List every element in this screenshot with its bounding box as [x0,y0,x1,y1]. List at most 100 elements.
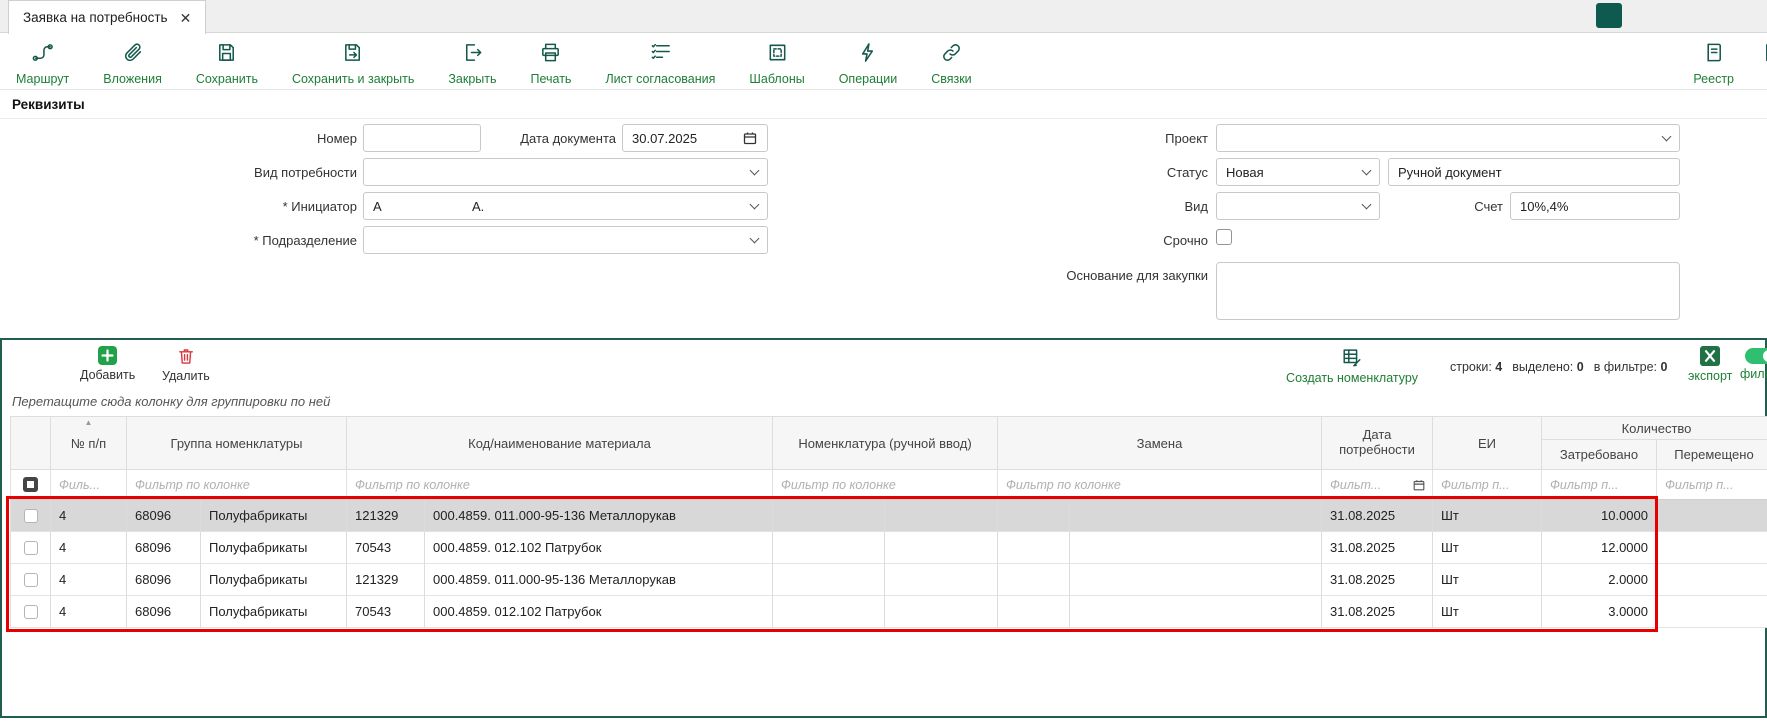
add-row-label: Добавить [80,368,135,382]
door-exit-icon [461,41,484,69]
department-select[interactable] [363,226,768,254]
need-type-select[interactable] [363,158,768,186]
cell-moved [1657,500,1767,532]
manual-document-value: Ручной документ [1398,165,1502,180]
create-nomenclature-label: Создать номенклатуру [1286,371,1418,385]
purchase-basis-textarea[interactable] [1216,262,1680,320]
account-input-wrap [1510,192,1680,220]
filter-replacement-input[interactable] [1004,477,1315,493]
column-header-num[interactable]: ▲ № п/п [51,416,127,470]
urgent-checkbox[interactable] [1216,229,1232,245]
print-button[interactable]: Печать [531,41,572,86]
attachments-button[interactable]: Вложения [103,41,162,86]
toggle-knob [1763,350,1767,362]
cell-group-code: 68096 [127,596,201,628]
links-button[interactable]: Связки [931,41,971,86]
table-row[interactable]: 4 68096 Полуфабрикаты 70543 000.4859. 01… [10,532,1767,564]
print-icon [539,41,562,69]
filter-nomenclature-input[interactable] [779,477,991,493]
tab-request[interactable]: Заявка на потребность ✕ [8,0,206,34]
filter-toggle[interactable] [1745,348,1767,364]
operations-button[interactable]: Операции [839,41,897,86]
filter-num-cell [51,470,127,500]
column-header-moved[interactable]: Перемещено [1657,440,1767,470]
cell-unit: Шт [1433,532,1542,564]
filter-unit-input[interactable] [1439,477,1535,493]
plus-icon [98,346,117,365]
cell-group-name: Полуфабрикаты [201,532,347,564]
column-header-material[interactable]: Код/наименование материала [347,416,773,470]
table-row[interactable]: 4 68096 Полуфабрикаты 121329 000.4859. 0… [10,564,1767,596]
calendar-icon[interactable] [742,130,758,146]
cell-unit: Шт [1433,564,1542,596]
column-header-unit[interactable]: ЕИ [1433,416,1542,470]
add-row-button[interactable]: Добавить [80,346,135,382]
row-checkbox[interactable] [24,573,38,587]
group-by-hint: Перетащите сюда колонку для группировки … [12,394,330,409]
cell-material-name: 000.4859. 011.000-95-136 Металлорукав [425,500,773,532]
column-header-requested[interactable]: Затребовано [1542,440,1657,470]
toolbar-overflow-button[interactable]: О [1762,41,1767,86]
filter-replacement-cell [998,470,1322,500]
tab-bar: Заявка на потребность ✕ [0,0,1767,33]
save-button[interactable]: Сохранить [196,41,258,86]
filter-group-input[interactable] [133,477,340,493]
route-button[interactable]: Маршрут [16,41,69,86]
cell-material-code: 121329 [347,564,425,596]
table-row[interactable]: 4 68096 Полуфабрикаты 70543 000.4859. 01… [10,596,1767,628]
cell-moved [1657,532,1767,564]
delete-row-button[interactable]: Удалить [162,346,210,383]
cell-unit: Шт [1433,500,1542,532]
row-checkbox[interactable] [24,541,38,555]
approval-sheet-label: Лист согласования [605,72,715,86]
table-row[interactable]: 4 68096 Полуфабрикаты 121329 000.4859. 0… [10,500,1767,532]
registry-label: Реестр [1693,72,1734,86]
registry-button[interactable]: Реестр [1693,41,1734,86]
manual-document-field[interactable]: Ручной документ [1388,158,1680,186]
chain-link-icon [940,41,963,69]
column-header-replacement[interactable]: Замена [998,416,1322,470]
column-header-nomenclature[interactable]: Номенклатура (ручной ввод) [773,416,998,470]
cell-replacement-code [998,564,1070,596]
column-header-group[interactable]: Группа номенклатуры [127,416,347,470]
filter-num-input[interactable] [57,477,120,493]
cell-moved [1657,564,1767,596]
save-close-button[interactable]: Сохранить и закрыть [292,41,414,86]
close-button[interactable]: Закрыть [448,41,496,86]
column-header-date[interactable]: Дата потребности [1322,416,1433,470]
tab-close-icon[interactable]: ✕ [180,11,192,25]
cell-requested: 2.0000 [1542,564,1657,596]
create-nomenclature-button[interactable]: Создать номенклатуру [1264,346,1440,385]
print-label: Печать [531,72,572,86]
account-input[interactable] [1520,199,1670,214]
status-select[interactable]: Новая [1216,158,1380,186]
calendar-icon[interactable] [1412,478,1426,492]
cell-material-name: 000.4859. 012.102 Патрубок [425,596,773,628]
approval-sheet-button[interactable]: Лист согласования [605,41,715,86]
cell-material-code: 70543 [347,596,425,628]
app-window: Заявка на потребность ✕ Маршрут Вложения… [0,0,1767,722]
project-select[interactable] [1216,124,1680,152]
chevron-down-icon [750,233,760,243]
main-toolbar: Маршрут Вложения Сохранить Сохранить и з… [0,34,1767,90]
selected-counter: выделено: 0 [1512,360,1583,374]
cell-date: 31.08.2025 [1322,500,1433,532]
toolbar-left-group: Маршрут Вложения Сохранить Сохранить и з… [16,41,972,86]
filter-moved-input[interactable] [1663,477,1765,493]
row-checkbox[interactable] [24,509,38,523]
select-all-indeterminate-mark [27,481,34,488]
doc-date-input[interactable]: 30.07.2025 [622,124,768,152]
export-excel-button[interactable]: экспорт [1688,346,1732,383]
row-checkbox[interactable] [24,605,38,619]
filter-material-input[interactable] [353,477,766,493]
filter-nomenclature-cell [773,470,998,500]
filter-date-input[interactable] [1328,477,1412,493]
cell-replacement-name [1070,596,1322,628]
templates-button[interactable]: Шаблоны [749,41,804,86]
filter-requested-input[interactable] [1548,477,1650,493]
status-value: Новая [1226,165,1264,180]
select-all-checkbox[interactable] [23,477,38,492]
cell-nomenclature-code [773,532,885,564]
corner-accent-button[interactable] [1596,3,1622,28]
initiator-select[interactable]: А А. [363,192,768,220]
